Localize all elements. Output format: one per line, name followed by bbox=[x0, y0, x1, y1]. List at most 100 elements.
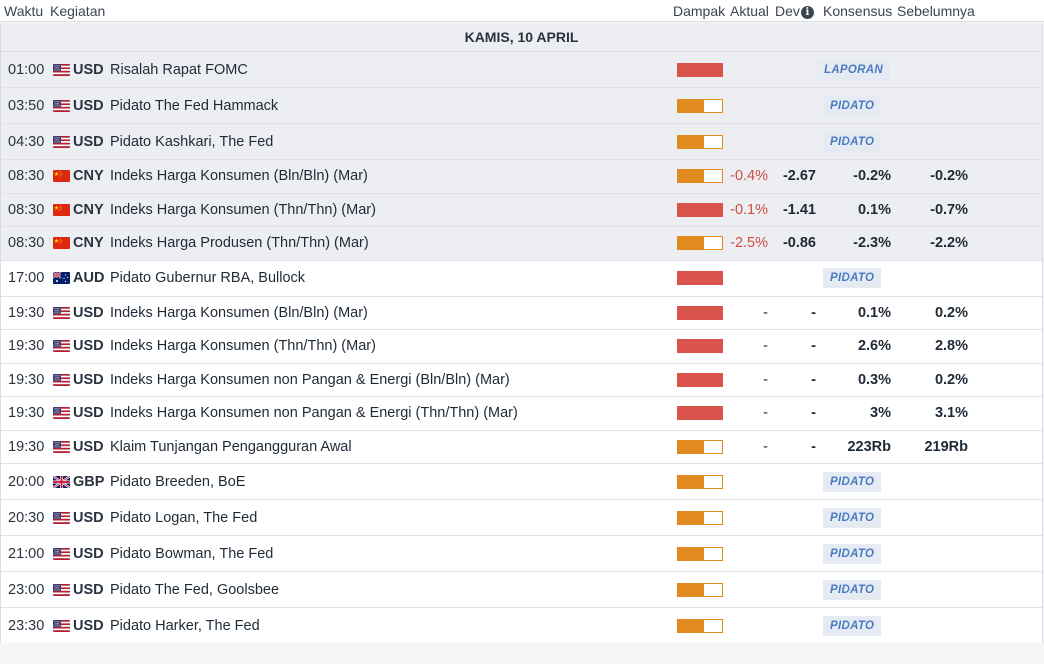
actual-value: -0.1% bbox=[730, 201, 768, 218]
au-flag-icon bbox=[53, 272, 70, 284]
us-flag-icon bbox=[53, 440, 70, 453]
impact-indicator bbox=[677, 62, 723, 77]
impact-fill bbox=[678, 237, 705, 250]
impact-fill bbox=[678, 475, 705, 488]
event-name[interactable]: Pidato The Fed, Goolsbee bbox=[110, 572, 279, 607]
table-row[interactable]: 01:00 USD Risalah Rapat FOMC LAPORAN bbox=[1, 52, 1042, 88]
consensus-value: 0.1% bbox=[857, 304, 891, 321]
currency-code: USD bbox=[73, 304, 104, 321]
impact-indicator bbox=[677, 582, 723, 597]
impact-indicator bbox=[677, 339, 723, 354]
event-type-badge[interactable]: PIDATO bbox=[823, 268, 882, 288]
table-row[interactable]: 23:00 USD Pidato The Fed, Goolsbee PIDATO bbox=[1, 572, 1042, 608]
event-name[interactable]: Indeks Harga Konsumen (Thn/Thn) (Mar) bbox=[110, 194, 376, 227]
table-row[interactable]: 03:50 USD Pidato The Fed Hammack PIDATO bbox=[1, 88, 1042, 124]
consensus-value: 223Rb bbox=[847, 438, 891, 455]
impact-indicator bbox=[677, 546, 723, 561]
us-flag-icon bbox=[53, 373, 70, 386]
consensus-value: 3% bbox=[870, 405, 891, 422]
actual-value: - bbox=[763, 371, 768, 388]
event-name[interactable]: Indeks Harga Konsumen (Bln/Bln) (Mar) bbox=[110, 160, 368, 193]
impact-fill bbox=[678, 619, 705, 632]
table-row[interactable]: 08:30 CNY Indeks Harga Konsumen (Bln/Bln) … bbox=[1, 160, 1042, 194]
impact-fill bbox=[678, 511, 705, 524]
previous-value: 0.2% bbox=[934, 304, 968, 321]
consensus-value: 0.3% bbox=[857, 371, 891, 388]
header-time[interactable]: Waktu bbox=[4, 3, 43, 19]
table-row[interactable]: 19:30 USD Indeks Harga Konsumen (Thn/Thn) … bbox=[1, 330, 1042, 364]
header-impact[interactable]: Dampak bbox=[673, 3, 725, 19]
header-dev[interactable]: Dev i bbox=[775, 3, 814, 19]
currency-code: USD bbox=[73, 545, 104, 562]
header-event[interactable]: Kegiatan bbox=[50, 3, 105, 19]
event-time: 19:30 bbox=[8, 438, 45, 455]
consensus-value: -2.3% bbox=[853, 235, 891, 252]
table-row[interactable]: 20:00 GBP Pidato Breeden, BoE PIDATO bbox=[1, 464, 1042, 500]
event-time: 23:30 bbox=[8, 617, 45, 634]
table-row[interactable]: 08:30 CNY Indeks Harga Konsumen (Thn/Thn) … bbox=[1, 193, 1042, 227]
table-row[interactable]: 21:00 USD Pidato Bowman, The Fed PIDATO bbox=[1, 536, 1042, 572]
table-row[interactable]: 17:00 AUD Pidato Gubernur RBA, Bullock PIDA… bbox=[1, 260, 1042, 297]
event-name[interactable]: Indeks Harga Konsumen non Pangan & Energ… bbox=[110, 364, 510, 397]
table-row[interactable]: 08:30 CNY Indeks Harga Produsen (Thn/Thn) … bbox=[1, 227, 1042, 261]
event-name[interactable]: Indeks Harga Konsumen non Pangan & Energ… bbox=[110, 397, 518, 430]
deviation-value: - bbox=[811, 338, 816, 355]
header-consensus[interactable]: Konsensus bbox=[823, 3, 892, 19]
event-name[interactable]: Pidato Bowman, The Fed bbox=[110, 536, 273, 571]
event-type-badge[interactable]: PIDATO bbox=[823, 131, 882, 152]
event-name[interactable]: Pidato Kashkari, The Fed bbox=[110, 124, 273, 159]
header-actual[interactable]: Aktual bbox=[730, 3, 769, 19]
deviation-value: -1.41 bbox=[782, 201, 816, 218]
previous-value: -0.2% bbox=[930, 168, 968, 185]
event-name[interactable]: Indeks Harga Konsumen (Thn/Thn) (Mar) bbox=[110, 330, 376, 363]
event-time: 04:30 bbox=[8, 133, 45, 150]
table-row[interactable]: 19:30 USD Indeks Harga Konsumen (Bln/Bln) … bbox=[1, 296, 1042, 330]
event-name[interactable]: Pidato Gubernur RBA, Bullock bbox=[110, 261, 305, 296]
impact-indicator bbox=[677, 134, 723, 149]
event-time: 08:30 bbox=[8, 235, 45, 252]
event-type-badge[interactable]: PIDATO bbox=[823, 579, 882, 600]
us-flag-icon bbox=[53, 619, 70, 632]
deviation-value: -2.67 bbox=[782, 168, 816, 185]
gb-flag-icon bbox=[53, 475, 70, 488]
previous-value: -0.7% bbox=[930, 201, 968, 218]
deviation-value: - bbox=[811, 304, 816, 321]
event-name[interactable]: Pidato The Fed Hammack bbox=[110, 88, 278, 123]
event-name[interactable]: Risalah Rapat FOMC bbox=[110, 52, 248, 87]
info-icon[interactable]: i bbox=[800, 6, 814, 19]
event-name[interactable]: Pidato Logan, The Fed bbox=[110, 500, 257, 535]
impact-fill bbox=[678, 135, 705, 148]
previous-value: 0.2% bbox=[934, 371, 968, 388]
table-row[interactable]: 23:30 USD Pidato Harker, The Fed PIDATO bbox=[1, 608, 1042, 644]
event-type-badge[interactable]: PIDATO bbox=[823, 543, 882, 564]
event-type-badge[interactable]: PIDATO bbox=[823, 471, 882, 492]
deviation-value: - bbox=[811, 371, 816, 388]
event-name[interactable]: Klaim Tunjangan Pengangguran Awal bbox=[110, 431, 352, 464]
event-time: 19:30 bbox=[8, 304, 45, 321]
impact-indicator bbox=[677, 474, 723, 489]
event-name[interactable]: Indeks Harga Konsumen (Bln/Bln) (Mar) bbox=[110, 297, 368, 330]
table-row[interactable]: 19:30 USD Indeks Harga Konsumen non Pangan… bbox=[1, 397, 1042, 431]
table-row[interactable]: 20:30 USD Pidato Logan, The Fed PIDATO bbox=[1, 500, 1042, 536]
currency-code: USD bbox=[73, 438, 104, 455]
events-table: KAMIS, 10 APRIL 01:00 USD Risalah Rapat FO… bbox=[0, 23, 1043, 644]
currency-code: USD bbox=[73, 371, 104, 388]
event-type-badge[interactable]: PIDATO bbox=[823, 95, 882, 116]
us-flag-icon bbox=[53, 340, 70, 353]
actual-value: - bbox=[763, 405, 768, 422]
table-row[interactable]: 04:30 USD Pidato Kashkari, The Fed PIDATO bbox=[1, 124, 1042, 160]
table-row[interactable]: 19:30 USD Klaim Tunjangan Pengangguran Awa… bbox=[1, 430, 1042, 464]
event-name[interactable]: Pidato Breeden, BoE bbox=[110, 464, 245, 499]
currency-code: AUD bbox=[73, 270, 105, 286]
consensus-value: -0.2% bbox=[853, 168, 891, 185]
actual-value: -2.5% bbox=[730, 235, 768, 252]
header-previous[interactable]: Sebelumnya bbox=[897, 3, 975, 19]
event-type-badge[interactable]: LAPORAN bbox=[817, 59, 890, 80]
event-type-badge[interactable]: PIDATO bbox=[823, 507, 882, 528]
event-name[interactable]: Pidato Harker, The Fed bbox=[110, 608, 260, 643]
table-row[interactable]: 19:30 USD Indeks Harga Konsumen non Pangan… bbox=[1, 363, 1042, 397]
cn-flag-icon bbox=[53, 203, 70, 216]
impact-fill bbox=[678, 583, 705, 596]
event-name[interactable]: Indeks Harga Produsen (Thn/Thn) (Mar) bbox=[110, 227, 369, 260]
event-type-badge[interactable]: PIDATO bbox=[823, 615, 882, 636]
